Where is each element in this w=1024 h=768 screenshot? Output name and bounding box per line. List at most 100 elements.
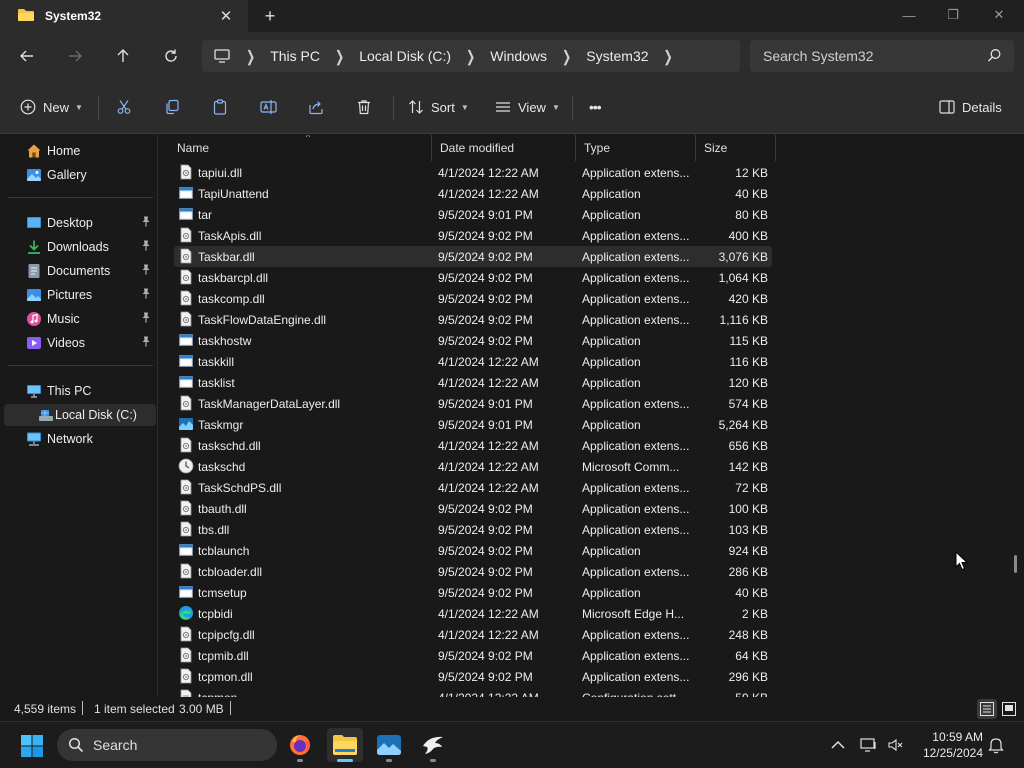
file-row[interactable]: TaskSchdPS.dll 4/1/2024 12:22 AM Applicati… [174, 477, 772, 498]
column-header-type[interactable]: Type [576, 135, 696, 161]
file-row[interactable]: taskbarcpl.dll 9/5/2024 9:02 PM Applicatio… [174, 267, 772, 288]
nav-network[interactable]: Network [4, 428, 156, 450]
sort-button[interactable]: Sort ▼ [408, 94, 469, 120]
pin-icon[interactable] [141, 216, 151, 230]
taskbar-photos[interactable] [371, 728, 407, 762]
file-row[interactable]: tapiui.dll 4/1/2024 12:22 AM Application e… [174, 162, 772, 183]
search-input[interactable] [763, 48, 973, 64]
share-icon [309, 101, 323, 115]
breadcrumb-system32[interactable]: System32 [586, 48, 648, 64]
file-row[interactable]: TaskFlowDataEngine.dll 9/5/2024 9:02 PM Ap… [174, 309, 772, 330]
nav-documents[interactable]: Documents [4, 260, 156, 282]
file-row[interactable]: tbauth.dll 9/5/2024 9:02 PM Application ex… [174, 498, 772, 519]
show-hidden-icons-button[interactable] [828, 735, 848, 755]
delete-button[interactable] [356, 94, 372, 120]
pin-icon[interactable] [141, 240, 151, 254]
column-header-name[interactable]: Name ^ [169, 135, 432, 161]
share-button[interactable] [308, 94, 324, 120]
breadcrumb-local-disk[interactable]: Local Disk (C:) [359, 48, 451, 64]
nav-local-disk[interactable]: Local Disk (C:) [4, 404, 156, 426]
more-options-button[interactable]: ••• [589, 94, 602, 120]
new-tab-button[interactable]: + [258, 4, 282, 28]
file-row[interactable]: tasklist 4/1/2024 12:22 AM Application 120 … [174, 372, 772, 393]
file-row[interactable]: taskcomp.dll 9/5/2024 9:02 PM Application … [174, 288, 772, 309]
running-indicator [297, 759, 303, 762]
nav-downloads[interactable]: Downloads [4, 236, 156, 258]
file-row[interactable]: tcpmon.dll 9/5/2024 9:02 PM Application ex… [174, 666, 772, 687]
pin-icon[interactable] [141, 312, 151, 326]
file-type: Application extens... [582, 271, 690, 285]
back-button[interactable] [15, 44, 39, 68]
start-button[interactable] [20, 734, 44, 761]
nav-pictures[interactable]: Pictures [4, 284, 156, 306]
close-window-button[interactable]: ✕ [976, 0, 1022, 30]
column-header-date[interactable]: Date modified [432, 135, 576, 161]
maximize-button[interactable]: ❐ [930, 0, 976, 30]
file-type: Application [582, 418, 641, 432]
file-row[interactable]: tcpbidi 4/1/2024 12:22 AM Microsoft Edge H… [174, 603, 772, 624]
file-row[interactable]: tcblaunch 9/5/2024 9:02 PM Application 924 … [174, 540, 772, 561]
file-row[interactable]: Taskmgr 9/5/2024 9:01 PM Application 5,264 … [174, 414, 772, 435]
file-row[interactable]: tcpmib.dll 9/5/2024 9:02 PM Application ex… [174, 645, 772, 666]
file-size: 1,064 KB [718, 271, 768, 285]
breadcrumb[interactable]: ❯ This PC ❯ Local Disk (C:) ❯ Windows ❯ … [202, 40, 740, 72]
nav-videos[interactable]: Videos [4, 332, 156, 354]
details-view-toggle[interactable] [977, 699, 997, 719]
file-row[interactable]: TapiUnattend 4/1/2024 12:22 AM Application… [174, 183, 772, 204]
file-row[interactable]: taskschd 4/1/2024 12:22 AM Microsoft Comm.… [174, 456, 772, 477]
file-type: Application extens... [582, 628, 690, 642]
minimize-button[interactable]: — [886, 0, 932, 30]
new-button[interactable]: New ▼ [20, 94, 83, 120]
file-row[interactable]: Taskbar.dll 9/5/2024 9:02 PM Application e… [174, 246, 772, 267]
pin-icon[interactable] [141, 336, 151, 350]
pin-icon[interactable] [141, 288, 151, 302]
column-header-size[interactable]: Size [696, 135, 776, 161]
display-tray-button[interactable] [859, 735, 879, 755]
file-row[interactable]: taskschd.dll 4/1/2024 12:22 AM Application… [174, 435, 772, 456]
nav-music[interactable]: Music [4, 308, 156, 330]
file-row[interactable]: TaskManagerDataLayer.dll 9/5/2024 9:01 PM… [174, 393, 772, 414]
breadcrumb-windows[interactable]: Windows [490, 48, 547, 64]
forward-button[interactable] [63, 44, 87, 68]
file-row[interactable]: tcmsetup 9/5/2024 9:02 PM Application 40 KB [174, 582, 772, 603]
breadcrumb-this-pc[interactable]: This PC [270, 48, 320, 64]
volume-tray-button[interactable] [886, 735, 906, 755]
view-button[interactable]: View ▼ [495, 94, 560, 120]
file-row[interactable]: TaskApis.dll 9/5/2024 9:02 PM Application … [174, 225, 772, 246]
taskbar-app-bird[interactable] [415, 728, 451, 762]
breadcrumb-separator[interactable]: ❯ [664, 47, 673, 65]
clock[interactable]: 10:59 AM 12/25/2024 [913, 729, 983, 761]
file-name: TaskSchdPS.dll [198, 481, 282, 495]
refresh-button[interactable] [159, 44, 183, 68]
vertical-scrollbar[interactable] [1014, 555, 1017, 573]
details-button[interactable]: Details [939, 94, 1002, 120]
nav-desktop[interactable]: Desktop [4, 212, 156, 234]
file-row[interactable]: taskkill 4/1/2024 12:22 AM Application 116 … [174, 351, 772, 372]
close-tab-icon[interactable]: ✕ [216, 6, 236, 26]
copy-button[interactable] [164, 94, 180, 120]
up-button[interactable] [111, 44, 135, 68]
paste-button[interactable] [212, 94, 228, 120]
drive-icon [38, 407, 54, 426]
file-row[interactable]: tbs.dll 9/5/2024 9:02 PM Application exten… [174, 519, 772, 540]
nav-gallery[interactable]: Gallery [4, 164, 156, 186]
rename-button[interactable] [260, 94, 277, 120]
taskbar-file-explorer[interactable] [327, 728, 363, 762]
file-row[interactable]: tar 9/5/2024 9:01 PM Application 80 KB [174, 204, 772, 225]
tiles-view-toggle[interactable] [999, 699, 1019, 719]
nav-home[interactable]: Home [4, 140, 156, 162]
taskbar-search[interactable]: Search [57, 729, 277, 761]
file-row[interactable]: taskhostw 9/5/2024 9:02 PM Application 115 … [174, 330, 772, 351]
tab-system32[interactable]: System32 ✕ [0, 0, 248, 32]
file-row[interactable]: tcpmon4/1/2024 12:22 AMConfiguration set… [174, 687, 772, 697]
file-date-modified: 9/5/2024 9:02 PM [438, 523, 533, 537]
pin-icon[interactable] [141, 264, 151, 278]
search-box[interactable] [750, 40, 1014, 72]
file-row[interactable]: tcbloader.dll 9/5/2024 9:02 PM Application… [174, 561, 772, 582]
file-row[interactable]: tcpipcfg.dll 4/1/2024 12:22 AM Application… [174, 624, 772, 645]
taskbar-firefox[interactable] [282, 728, 318, 762]
cut-button[interactable] [116, 94, 132, 120]
notifications-button[interactable] [986, 735, 1006, 755]
nav-this-pc[interactable]: This PC [4, 380, 156, 402]
dll-file-icon [178, 626, 194, 642]
